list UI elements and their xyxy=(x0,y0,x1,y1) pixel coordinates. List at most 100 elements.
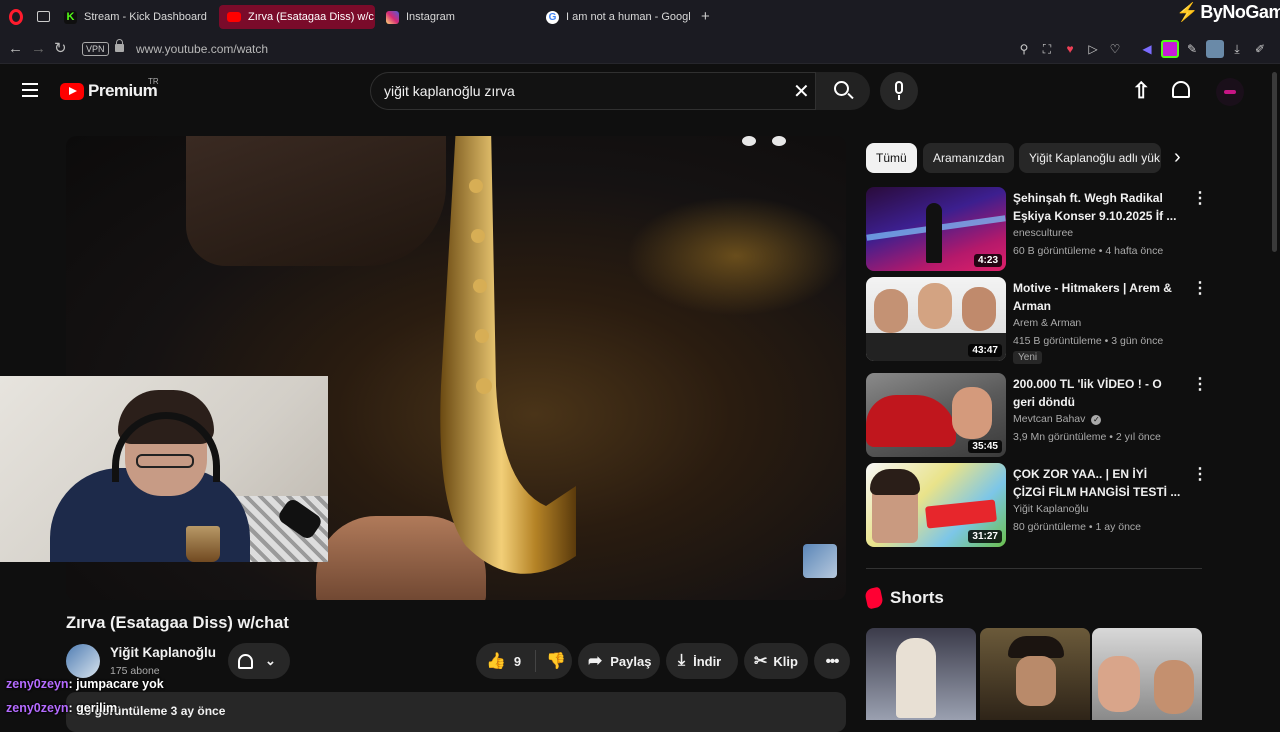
video-thumbnail[interactable]: 43:47 xyxy=(866,277,1006,361)
recommendation-stats: 60 B görüntüleme • 4 hafta önce xyxy=(1013,245,1164,257)
forward-icon[interactable]: → xyxy=(31,40,46,58)
watermark-logo: ⚡ ByNoGame xyxy=(1176,2,1280,23)
description-box[interactable]: 19 görüntüleme 3 ay önce xyxy=(66,692,846,732)
microphone-icon xyxy=(895,81,903,94)
person-hair xyxy=(870,469,920,495)
search-icon-handle xyxy=(847,92,854,100)
recommendation-item[interactable]: 43:47 Motive - Hitmakers | Arem & Arman … xyxy=(866,277,1208,364)
shorts-thumbnail[interactable] xyxy=(980,628,1090,720)
pin-icon[interactable]: ⚲ xyxy=(1016,41,1032,57)
profile-avatar-icon[interactable] xyxy=(1206,40,1224,58)
chip-all[interactable]: Tümü xyxy=(866,143,917,173)
thumbs-down-icon: 👎 xyxy=(546,653,566,670)
share-label: Paylaş xyxy=(610,653,652,669)
recommendation-channel[interactable]: enesculturee xyxy=(1013,227,1073,239)
opera-logo-icon[interactable] xyxy=(9,9,23,25)
channel-name: Mevtcan Bahav xyxy=(1013,413,1086,425)
tab-kick-dashboard[interactable]: K Stream - Kick Dashboard xyxy=(64,5,214,29)
background-light-blob xyxy=(626,196,846,316)
clear-search-icon[interactable]: ✕ xyxy=(793,79,810,104)
search-box[interactable]: yiğit kaplanoğlu zırva ✕ xyxy=(370,72,816,110)
youtube-logo[interactable]: Premium xyxy=(60,81,158,101)
tab-google[interactable]: G I am not a human - Googl xyxy=(546,5,690,29)
chip-channel-uploads[interactable]: Yiğit Kaplanoğlu adlı yük xyxy=(1019,143,1161,173)
edit-icon[interactable]: ✎ xyxy=(1184,41,1200,57)
shorts-thumbnail[interactable] xyxy=(866,628,976,720)
address-bar-row: ← → ↻ VPN www.youtube.com/watch ⚲ ⛶ ♥ ▷ … xyxy=(0,34,1280,64)
video-thumbnail[interactable]: 35:45 xyxy=(866,373,1006,457)
recommendation-title[interactable]: Motive - Hitmakers | Arem & Arman xyxy=(1013,279,1181,315)
tab-instagram[interactable]: Instagram xyxy=(386,5,536,29)
hamburger-menu-icon[interactable] xyxy=(22,83,38,97)
notifications-bell-icon[interactable] xyxy=(1172,81,1190,98)
recommendation-item[interactable]: 35:45 200.000 TL 'lik VİDEO ! - O geri d… xyxy=(866,373,1208,457)
more-vertical-icon[interactable]: ⋮ xyxy=(1192,191,1208,207)
person-face xyxy=(874,289,908,333)
snapshot-icon[interactable]: ⛶ xyxy=(1039,41,1055,57)
background-light-dot xyxy=(772,136,786,146)
dislike-button[interactable]: 👎 xyxy=(536,651,566,671)
extension-icon[interactable] xyxy=(1161,40,1179,58)
favorite-icon[interactable]: ♡ xyxy=(1107,41,1123,57)
recommendation-channel[interactable]: Yiğit Kaplanoğlu xyxy=(1013,503,1089,515)
video-thumbnail[interactable]: 31:27 xyxy=(866,463,1006,547)
tab-label: Instagram xyxy=(406,11,455,23)
download-icon[interactable]: ⤓ xyxy=(1229,41,1245,57)
page-scrollbar[interactable] xyxy=(1272,72,1277,252)
more-vertical-icon[interactable]: ⋮ xyxy=(1192,281,1208,297)
browser-tab-strip: K Stream - Kick Dashboard Zırva (Esataga… xyxy=(0,0,1280,34)
speaker-icon[interactable]: ◀ xyxy=(1139,41,1155,57)
recommendation-channel[interactable]: Arem & Arman xyxy=(1013,317,1081,329)
clip-button[interactable]: ✂ Klip xyxy=(744,643,808,679)
recommendation-item[interactable]: 31:27 ÇOK ZOR YAA.. | EN İYİ ÇİZGİ FİLM … xyxy=(866,463,1208,547)
recommendation-title[interactable]: ÇOK ZOR YAA.. | EN İYİ ÇİZGİ FİLM HANGİS… xyxy=(1013,465,1181,501)
chevron-down-icon: ⌄ xyxy=(265,653,276,668)
chip-from-search[interactable]: Aramanızdan xyxy=(923,143,1015,173)
thumbnail-headline-text xyxy=(925,499,997,529)
recommendation-title[interactable]: Şehinşah ft. Wegh Radikal Eşkiya Konser … xyxy=(1013,189,1181,225)
person-face xyxy=(952,387,992,439)
account-avatar[interactable] xyxy=(1216,78,1244,106)
download-button[interactable]: ⤓ İndir xyxy=(666,643,738,679)
play-icon[interactable]: ▷ xyxy=(1085,41,1101,57)
back-icon[interactable]: ← xyxy=(8,40,23,58)
performer-figure xyxy=(896,638,936,718)
new-tab-button[interactable]: + xyxy=(701,8,710,25)
upload-icon[interactable]: ⇧ xyxy=(1132,78,1150,104)
vpn-badge[interactable]: VPN xyxy=(82,42,109,56)
thumbs-up-icon: 👍 xyxy=(486,653,506,670)
more-vertical-icon[interactable]: ⋮ xyxy=(1192,377,1208,393)
pocket-icon[interactable]: ♥ xyxy=(1062,41,1078,57)
like-count: 9 xyxy=(513,653,522,669)
chevron-right-icon[interactable]: › xyxy=(1174,146,1181,169)
video-thumbnail[interactable]: 4:23 xyxy=(866,187,1006,271)
webcam-overlay xyxy=(0,376,328,562)
search-button[interactable] xyxy=(816,72,870,110)
reload-icon[interactable]: ↻ xyxy=(54,40,67,58)
instagram-favicon-icon xyxy=(386,10,399,24)
more-actions-button[interactable]: ••• xyxy=(814,643,850,679)
more-vertical-icon[interactable]: ⋮ xyxy=(1192,467,1208,483)
channel-watermark-icon[interactable] xyxy=(803,544,837,578)
person-face xyxy=(962,287,996,331)
recommendation-title[interactable]: 200.000 TL 'lik VİDEO ! - O geri döndü xyxy=(1013,375,1181,411)
recommendation-channel[interactable]: Mevtcan Bahav ✓ xyxy=(1013,413,1102,425)
channel-name[interactable]: Yiğit Kaplanoğlu xyxy=(110,645,216,660)
scissors-icon: ✂ xyxy=(754,653,768,670)
share-button[interactable]: ➦ Paylaş xyxy=(578,643,660,679)
channel-avatar[interactable] xyxy=(66,644,100,678)
search-input[interactable]: yiğit kaplanoğlu zırva xyxy=(384,83,515,99)
pen-icon[interactable]: ✐ xyxy=(1252,41,1268,57)
recommendation-item[interactable]: 4:23 Şehinşah ft. Wegh Radikal Eşkiya Ko… xyxy=(866,187,1208,271)
video-title: Zırva (Esatagaa Diss) w/chat xyxy=(66,614,289,632)
new-badge: Yeni xyxy=(1013,351,1043,364)
url-field[interactable]: www.youtube.com/watch xyxy=(136,42,268,56)
tab-youtube-video[interactable]: Zırva (Esatagaa Diss) w/c xyxy=(219,5,375,29)
shorts-thumbnail[interactable] xyxy=(1092,628,1202,720)
subscription-bell-button[interactable]: ⌄ xyxy=(228,643,290,679)
like-button[interactable]: 👍 9 xyxy=(476,650,536,672)
download-arrow-icon: ⤓ xyxy=(678,652,686,669)
tab-overview-icon[interactable] xyxy=(37,11,50,22)
notifications-bell-icon xyxy=(238,653,253,669)
voice-search-button[interactable] xyxy=(880,72,918,110)
